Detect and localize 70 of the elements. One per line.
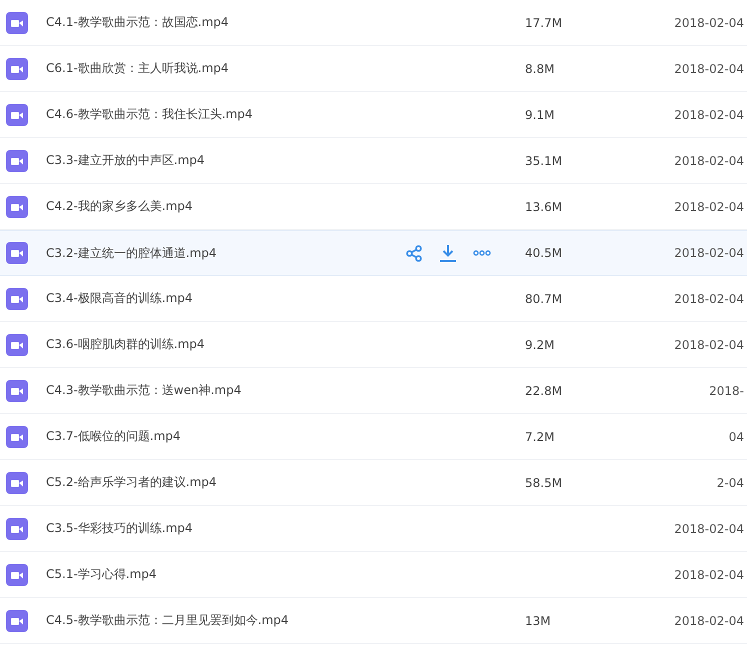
file-date: 2018-02-04 <box>674 62 744 76</box>
file-size: 80.7M <box>525 292 564 306</box>
video-file-icon <box>6 104 28 126</box>
file-row[interactable]: C3.3-建立开放的中声区.mp4 35.1M 2018-02-04 <box>0 138 747 184</box>
file-row[interactable]: C3.5-华彩技巧的训练.mp4 2018-02-04 <box>0 506 747 552</box>
file-size: 8.8M <box>525 62 556 76</box>
file-size: 58.5M <box>525 476 564 490</box>
file-date: 2018- <box>709 384 744 398</box>
video-file-icon <box>6 196 28 218</box>
file-row-hovered[interactable]: C3.2-建立统一的腔体通道.mp4 40.5M 2018-02-04 <box>0 230 747 276</box>
file-size: 7.2M <box>525 430 556 444</box>
file-size: 13.6M <box>525 200 564 214</box>
file-date: 2018-02-04 <box>674 614 744 628</box>
file-date: 2018-02-04 <box>674 108 744 122</box>
share-icon[interactable] <box>406 244 423 262</box>
file-size: 9.2M <box>525 338 556 352</box>
file-row[interactable]: C4.6-教学歌曲示范：我住长江头.mp4 9.1M 2018-02-04 <box>0 92 747 138</box>
file-name[interactable]: C5.1-学习心得.mp4 <box>46 566 406 583</box>
file-row[interactable]: C3.6-咽腔肌肉群的训练.mp4 9.2M 2018-02-04 <box>0 322 747 368</box>
file-date: 2018-02-04 <box>674 568 744 582</box>
file-name[interactable]: C3.6-咽腔肌肉群的训练.mp4 <box>46 336 406 353</box>
file-name[interactable]: C5.2-给声乐学习者的建议.mp4 <box>46 474 406 491</box>
file-name[interactable]: C3.4-极限高音的训练.mp4 <box>46 290 406 307</box>
file-name[interactable]: C3.2-建立统一的腔体通道.mp4 <box>46 244 406 262</box>
more-icon[interactable] <box>473 250 491 256</box>
file-row[interactable]: C5.1-学习心得.mp4 2018-02-04 <box>0 552 747 598</box>
file-size: 35.1M <box>525 154 564 168</box>
video-file-icon <box>6 58 28 80</box>
video-file-icon <box>6 242 28 264</box>
video-file-icon <box>6 472 28 494</box>
video-file-icon <box>6 288 28 310</box>
file-name[interactable]: C4.3-教学歌曲示范：送wen神.mp4 <box>46 382 406 399</box>
file-date: 2018-02-04 <box>674 16 744 30</box>
file-date: 2018-02-04 <box>674 522 744 536</box>
file-name[interactable]: C4.5-教学歌曲示范：二月里见罢到如今.mp4 <box>46 612 406 629</box>
file-name[interactable]: C4.6-教学歌曲示范：我住长江头.mp4 <box>46 106 406 123</box>
file-name[interactable]: C3.3-建立开放的中声区.mp4 <box>46 152 406 169</box>
file-size: 9.1M <box>525 108 556 122</box>
file-date: 04 <box>728 430 744 444</box>
file-row[interactable]: C4.5-教学歌曲示范：二月里见罢到如今.mp4 13M 2018-02-04 <box>0 598 747 644</box>
file-row[interactable]: C3.4-极限高音的训练.mp4 80.7M 2018-02-04 <box>0 276 747 322</box>
file-date: 2018-02-04 <box>674 338 744 352</box>
file-date: 2018-02-04 <box>674 292 744 306</box>
file-name[interactable]: C4.2-我的家乡多么美.mp4 <box>46 198 406 215</box>
video-file-icon <box>6 426 28 448</box>
file-name[interactable]: C4.1-教学歌曲示范：故国恋.mp4 <box>46 14 406 31</box>
file-name[interactable]: C3.7-低喉位的问题.mp4 <box>46 428 406 445</box>
file-row[interactable]: C6.1-歌曲欣赏：主人听我说.mp4 8.8M 2018-02-04 <box>0 46 747 92</box>
video-file-icon <box>6 334 28 356</box>
video-file-icon <box>6 518 28 540</box>
file-row[interactable]: C3.7-低喉位的问题.mp4 7.2M 04 <box>0 414 747 460</box>
file-row[interactable]: C4.1-教学歌曲示范：故国恋.mp4 17.7M 2018-02-04 <box>0 0 747 46</box>
file-date: 2018-02-04 <box>674 154 744 168</box>
file-size: 17.7M <box>525 16 564 30</box>
file-date: 2-04 <box>716 476 744 490</box>
file-name[interactable]: C3.5-华彩技巧的训练.mp4 <box>46 520 406 537</box>
file-size: 13M <box>525 614 552 628</box>
file-size: 40.5M <box>525 246 564 260</box>
video-file-icon <box>6 12 28 34</box>
video-file-icon <box>6 610 28 632</box>
file-size: 22.8M <box>525 384 564 398</box>
download-icon[interactable] <box>439 244 457 262</box>
video-file-icon <box>6 150 28 172</box>
file-row[interactable]: C5.2-给声乐学习者的建议.mp4 58.5M 2-04 <box>0 460 747 506</box>
file-date: 2018-02-04 <box>674 246 744 260</box>
video-file-icon <box>6 564 28 586</box>
file-row[interactable]: C4.3-教学歌曲示范：送wen神.mp4 22.8M 2018- <box>0 368 747 414</box>
video-file-icon <box>6 380 28 402</box>
file-date: 2018-02-04 <box>674 200 744 214</box>
file-name[interactable]: C6.1-歌曲欣赏：主人听我说.mp4 <box>46 60 406 77</box>
